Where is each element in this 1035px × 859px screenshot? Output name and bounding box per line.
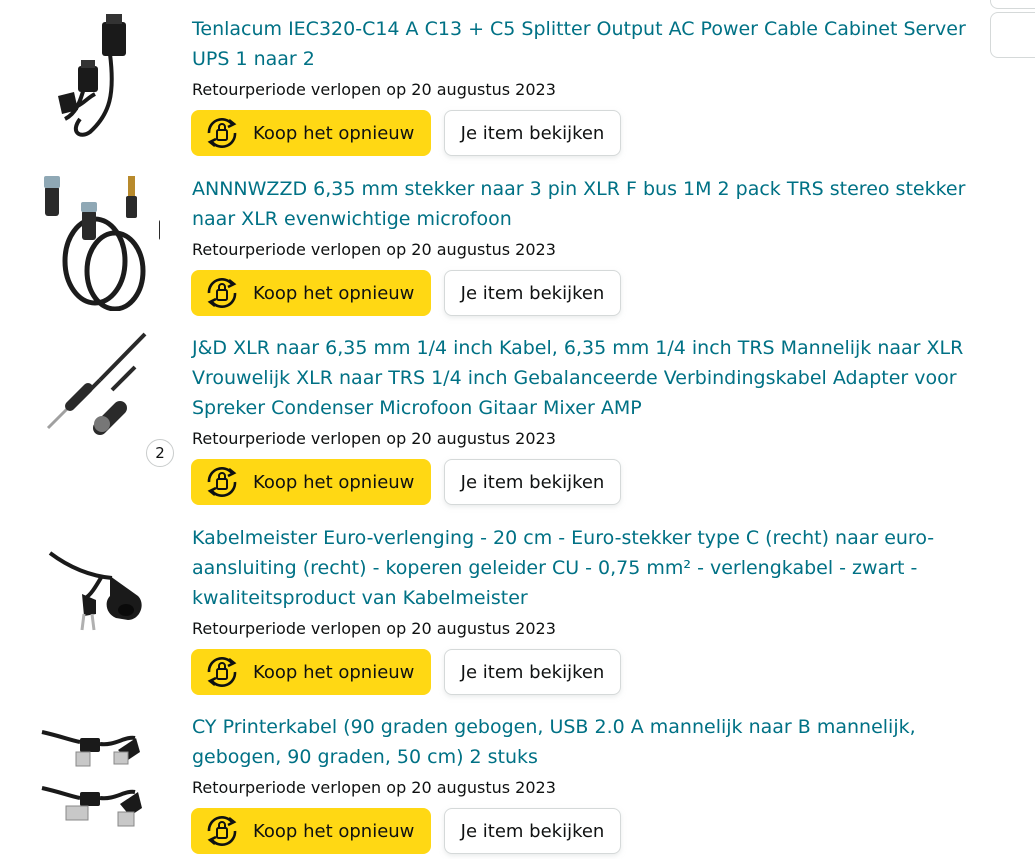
buy-again-label: Koop het opnieuw	[253, 661, 415, 683]
return-period-text: Retourperiode verlopen op 20 augustus 20…	[192, 80, 556, 99]
product-image[interactable]	[40, 548, 150, 638]
xlr-trs-cable-icon	[46, 332, 147, 435]
usb-printer-cable-icon	[41, 730, 142, 827]
buy-again-button[interactable]: Koop het opnieuw	[191, 808, 431, 854]
view-item-button[interactable]: Je item bekijken	[444, 459, 621, 505]
buy-again-icon	[191, 459, 253, 505]
euro-extension-cable-icon	[48, 551, 142, 631]
buy-again-button[interactable]: Koop het opnieuw	[191, 270, 431, 316]
return-period-text: Retourperiode verlopen op 20 augustus 20…	[192, 240, 556, 259]
buy-again-label: Koop het opnieuw	[253, 471, 415, 493]
buy-again-button[interactable]: Koop het opnieuw	[191, 649, 431, 695]
product-title-link[interactable]: Tenlacum IEC320-C14 A C13 + C5 Splitter …	[192, 14, 967, 74]
buy-again-button[interactable]: Koop het opnieuw	[191, 459, 431, 505]
buy-again-icon	[191, 270, 253, 316]
buy-again-label: Koop het opnieuw	[253, 820, 415, 842]
return-period-text: Retourperiode verlopen op 20 augustus 20…	[192, 619, 556, 638]
product-image[interactable]	[40, 176, 160, 311]
side-panel-box-top	[990, 0, 1035, 9]
xlr-trs-cable-pair-icon	[44, 176, 160, 311]
quantity-badge: 2	[146, 439, 174, 467]
view-item-button[interactable]: Je item bekijken	[444, 270, 621, 316]
buy-again-button[interactable]: Koop het opnieuw	[191, 110, 431, 156]
buy-again-icon	[191, 808, 253, 854]
product-title-link[interactable]: J&D XLR naar 6,35 mm 1/4 inch Kabel, 6,3…	[192, 333, 967, 423]
return-period-text: Retourperiode verlopen op 20 augustus 20…	[192, 429, 556, 448]
view-item-button[interactable]: Je item bekijken	[444, 808, 621, 854]
buy-again-label: Koop het opnieuw	[253, 282, 415, 304]
product-image[interactable]	[40, 14, 150, 144]
buy-again-icon	[191, 110, 253, 156]
power-splitter-cable-icon	[58, 14, 126, 137]
product-title-link[interactable]: ANNNWZZD 6,35 mm stekker naar 3 pin XLR …	[192, 174, 967, 234]
side-panel-box	[990, 12, 1035, 58]
view-item-button[interactable]: Je item bekijken	[444, 110, 621, 156]
buy-again-label: Koop het opnieuw	[253, 122, 415, 144]
product-title-link[interactable]: Kabelmeister Euro-verlenging - 20 cm - E…	[192, 523, 967, 613]
product-image[interactable]	[40, 332, 150, 436]
return-period-text: Retourperiode verlopen op 20 augustus 20…	[192, 778, 556, 797]
product-image[interactable]	[40, 726, 150, 846]
view-item-button[interactable]: Je item bekijken	[444, 649, 621, 695]
product-title-link[interactable]: CY Printerkabel (90 graden gebogen, USB …	[192, 712, 967, 772]
buy-again-icon	[191, 649, 253, 695]
